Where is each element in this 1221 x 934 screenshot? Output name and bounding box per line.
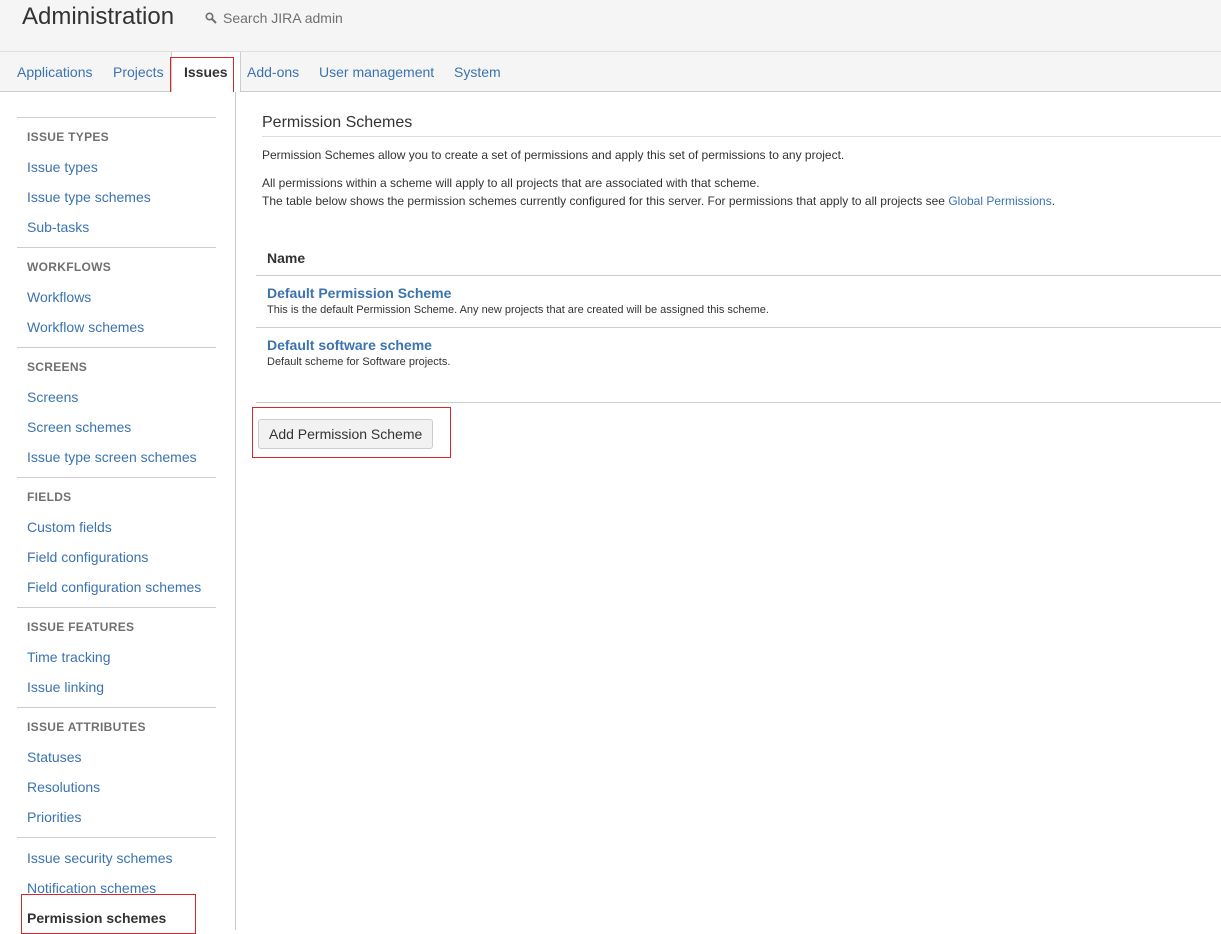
section-heading-issue-types: ISSUE TYPES (27, 130, 109, 144)
table-rule (256, 327, 1221, 328)
add-permission-scheme-button[interactable]: Add Permission Scheme (258, 419, 434, 449)
scheme-description: This is the default Permission Scheme. A… (267, 304, 769, 316)
section-heading-screens: SCREENS (27, 360, 88, 374)
tab-system[interactable]: System (454, 52, 501, 91)
sidebar-divider (17, 837, 216, 838)
sidebar-item-priorities[interactable]: Priorities (27, 809, 81, 825)
tab-projects[interactable]: Projects (113, 52, 164, 91)
admin-search[interactable] (205, 9, 483, 27)
description-table-text: The table below shows the permission sch… (262, 194, 945, 208)
description-scope: All permissions within a scheme will app… (262, 176, 760, 190)
page-title: Administration (22, 3, 175, 30)
scheme-name-link[interactable]: Default Permission Scheme (267, 285, 451, 301)
description-intro: Permission Schemes allow you to create a… (262, 148, 845, 162)
sidebar-item-issue-type-schemes[interactable]: Issue type schemes (27, 189, 151, 205)
tab-applications[interactable]: Applications (17, 52, 93, 91)
search-input[interactable] (223, 10, 483, 26)
sidebar-item-sub-tasks[interactable]: Sub-tasks (27, 219, 89, 235)
sidebar-item-issue-type-screen-schemes[interactable]: Issue type screen schemes (27, 449, 197, 465)
tab-issues[interactable]: Issues (171, 52, 241, 92)
admin-header: Administration (0, 0, 1221, 52)
sidebar: ISSUE TYPES Issue types Issue type schem… (0, 92, 236, 930)
sidebar-item-issue-linking[interactable]: Issue linking (27, 679, 104, 695)
tab-user-management[interactable]: User management (319, 52, 434, 91)
section-heading-issue-features: ISSUE FEATURES (27, 620, 135, 634)
table-header-name: Name (267, 250, 306, 266)
scheme-name-link[interactable]: Default software scheme (267, 337, 432, 353)
sidebar-divider (17, 247, 216, 248)
sidebar-item-issue-security-schemes[interactable]: Issue security schemes (27, 850, 173, 866)
section-heading-workflows: WORKFLOWS (27, 260, 112, 274)
sidebar-item-resolutions[interactable]: Resolutions (27, 779, 100, 795)
sidebar-item-screen-schemes[interactable]: Screen schemes (27, 419, 131, 435)
sidebar-item-field-configuration-schemes[interactable]: Field configuration schemes (27, 579, 201, 595)
sidebar-item-custom-fields[interactable]: Custom fields (27, 519, 112, 535)
sidebar-divider (17, 707, 216, 708)
admin-tabs: Applications Projects Issues Add-ons Use… (0, 52, 1221, 92)
sidebar-item-field-configurations[interactable]: Field configurations (27, 549, 148, 565)
scheme-description: Default scheme for Software projects. (267, 356, 451, 368)
sidebar-item-time-tracking[interactable]: Time tracking (27, 649, 111, 665)
sidebar-item-workflow-schemes[interactable]: Workflow schemes (27, 319, 144, 335)
section-heading-issue-attributes: ISSUE ATTRIBUTES (27, 720, 146, 734)
description-end: . (1051, 194, 1056, 208)
sidebar-divider (17, 117, 216, 118)
section-title: Permission Schemes (262, 114, 413, 131)
description-table-info: The table below shows the permission sch… (262, 194, 1055, 208)
sidebar-divider (17, 607, 216, 608)
sidebar-divider (17, 477, 216, 478)
global-permissions-link[interactable]: Global Permissions (948, 194, 1051, 208)
section-heading-fields: FIELDS (27, 490, 72, 504)
sidebar-divider (17, 347, 216, 348)
search-icon (205, 12, 217, 24)
sidebar-item-workflows[interactable]: Workflows (27, 289, 91, 305)
main-content: Permission Schemes Permission Schemes al… (236, 92, 1221, 930)
sidebar-item-statuses[interactable]: Statuses (27, 749, 81, 765)
table-rule (256, 275, 1221, 276)
sidebar-item-notification-schemes[interactable]: Notification schemes (27, 880, 156, 896)
sidebar-item-issue-types[interactable]: Issue types (27, 159, 98, 175)
tab-add-ons[interactable]: Add-ons (247, 52, 299, 91)
table-rule (256, 402, 1221, 403)
title-divider (262, 136, 1221, 137)
sidebar-item-screens[interactable]: Screens (27, 389, 78, 405)
sidebar-item-permission-schemes[interactable]: Permission schemes (27, 910, 166, 926)
